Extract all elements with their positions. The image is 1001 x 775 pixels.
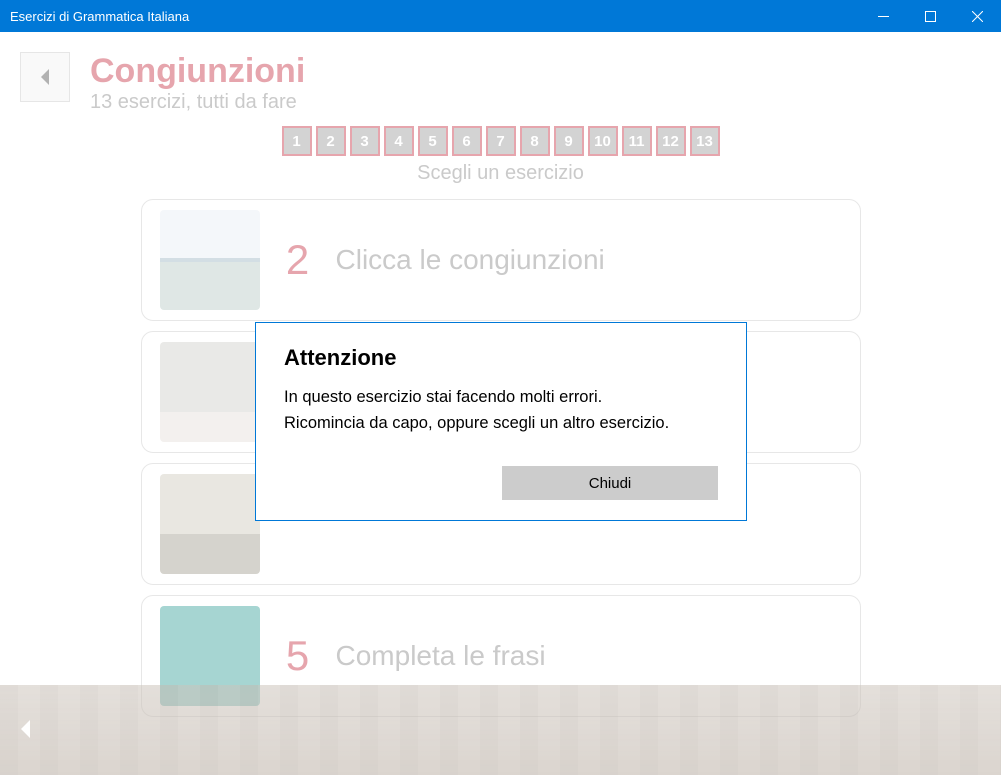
titlebar: Esercizi di Grammatica Italiana [0,0,1001,32]
dialog-line: In questo esercizio stai facendo molti e… [284,388,602,406]
app-window: Esercizi di Grammatica Italiana Congiunz… [0,0,1001,775]
dialog-line: Ricomincia da capo, oppure scegli un alt… [284,414,669,432]
minimize-button[interactable] [860,0,907,32]
dialog-close-button[interactable]: Chiudi [502,466,718,500]
window-controls [860,0,1001,32]
close-button[interactable] [954,0,1001,32]
client-area: Congiunzioni 13 esercizi, tutti da fare … [0,32,1001,775]
window-title: Esercizi di Grammatica Italiana [10,9,860,24]
dialog-title: Attenzione [284,345,718,371]
maximize-button[interactable] [907,0,954,32]
warning-dialog: Attenzione In questo esercizio stai face… [255,322,747,521]
dialog-body: In questo esercizio stai facendo molti e… [284,385,718,436]
